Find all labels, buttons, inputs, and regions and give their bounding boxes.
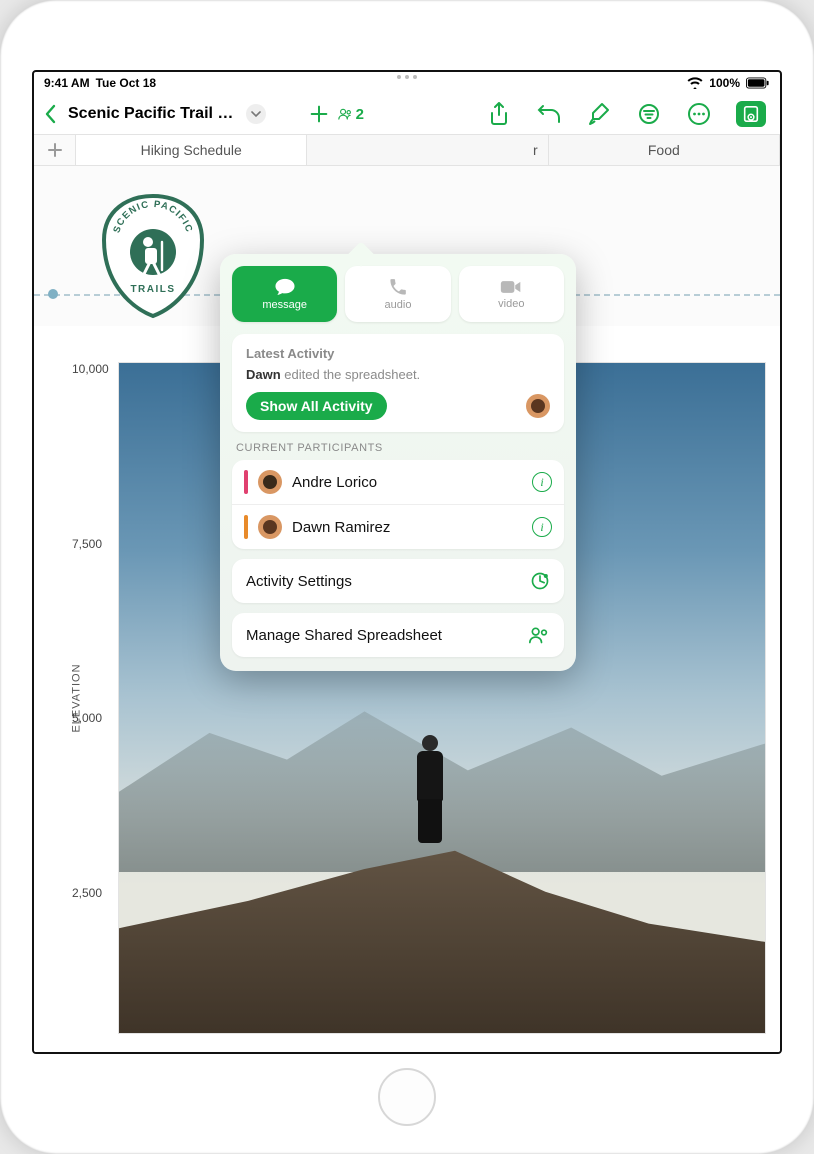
status-date: Tue Oct 18	[96, 76, 156, 90]
add-sheet-button[interactable]	[34, 135, 76, 165]
title-dropdown[interactable]	[246, 104, 266, 124]
info-icon[interactable]: i	[532, 517, 552, 537]
avatar	[258, 515, 282, 539]
ytick: 7,500	[72, 537, 102, 551]
participant-name: Andre Lorico	[292, 474, 522, 491]
video-label: video	[498, 298, 524, 310]
collab-count: 2	[356, 106, 364, 123]
ytick: 10,000	[72, 362, 109, 376]
hiker-silhouette	[403, 715, 457, 845]
participant-color	[244, 515, 248, 539]
insert-button[interactable]	[306, 101, 332, 127]
back-button[interactable]	[40, 103, 62, 125]
reading-mode-button[interactable]	[736, 101, 766, 127]
sheet-tab-label: r	[533, 142, 538, 158]
message-button[interactable]: message	[232, 266, 337, 322]
more-button[interactable]	[686, 101, 712, 127]
message-label: message	[262, 299, 307, 311]
collaboration-popover: message audio video Latest Activity Dawn…	[220, 254, 576, 671]
sheet-tabs: Hiking Schedule r Food	[34, 134, 780, 166]
wifi-icon	[687, 77, 703, 89]
latest-activity-card: Latest Activity Dawn edited the spreadsh…	[232, 334, 564, 432]
undo-button[interactable]	[536, 101, 562, 127]
home-button[interactable]	[378, 1068, 436, 1126]
battery-icon	[746, 77, 770, 89]
latest-activity-title: Latest Activity	[246, 346, 550, 361]
guide-handle[interactable]	[48, 289, 58, 299]
sheet-tab-label: Food	[648, 142, 680, 158]
avatar	[258, 470, 282, 494]
participant-row[interactable]: Dawn Ramirez i	[232, 504, 564, 549]
sheet-tab-food[interactable]: Food	[549, 135, 780, 165]
svg-text:TRAILS: TRAILS	[130, 284, 175, 295]
participants-list: Andre Lorico i Dawn Ramirez i	[232, 460, 564, 549]
ytick: 2,500	[72, 886, 102, 900]
sheet-canvas[interactable]: SCENIC PACIFIC TRAILS ELEVATION 10,000 7…	[34, 166, 780, 1052]
status-time: 9:41 AM	[44, 76, 90, 90]
screen: 9:41 AM Tue Oct 18 100% Scenic Pacific T…	[32, 70, 782, 1054]
filter-button[interactable]	[636, 101, 662, 127]
manage-shared-label: Manage Shared Spreadsheet	[246, 627, 442, 644]
participant-color	[244, 470, 248, 494]
ytick: 5,000	[72, 711, 102, 725]
document-title[interactable]: Scenic Pacific Trail Se...	[68, 105, 236, 123]
activity-settings-label: Activity Settings	[246, 573, 352, 590]
share-button[interactable]	[486, 101, 512, 127]
latest-activity-text: Dawn edited the spreadsheet.	[246, 367, 550, 382]
battery-percent: 100%	[709, 76, 740, 90]
sheet-tab-hidden-middle[interactable]: r	[307, 135, 548, 165]
avatar[interactable]	[526, 394, 550, 418]
multitask-indicator[interactable]	[397, 75, 417, 79]
video-button[interactable]: video	[459, 266, 564, 322]
show-all-activity-button[interactable]: Show All Activity	[246, 392, 387, 420]
format-brush-button[interactable]	[586, 101, 612, 127]
manage-shared-row[interactable]: Manage Shared Spreadsheet	[232, 613, 564, 657]
activity-settings-row[interactable]: Activity Settings	[232, 559, 564, 603]
participant-row[interactable]: Andre Lorico i	[232, 460, 564, 504]
participant-name: Dawn Ramirez	[292, 519, 522, 536]
trails-badge-logo: SCENIC PACIFIC TRAILS	[98, 192, 208, 320]
ipad-frame: 9:41 AM Tue Oct 18 100% Scenic Pacific T…	[0, 0, 814, 1154]
sheet-tab-label: Hiking Schedule	[141, 142, 242, 158]
sheet-tab-hiking-schedule[interactable]: Hiking Schedule	[76, 135, 307, 165]
app-toolbar: Scenic Pacific Trail Se... 2	[34, 94, 780, 134]
audio-label: audio	[385, 299, 412, 311]
audio-button[interactable]: audio	[345, 266, 450, 322]
collaboration-button[interactable]: 2	[338, 101, 364, 127]
participants-section-label: CURRENT PARTICIPANTS	[236, 442, 560, 454]
info-icon[interactable]: i	[532, 472, 552, 492]
